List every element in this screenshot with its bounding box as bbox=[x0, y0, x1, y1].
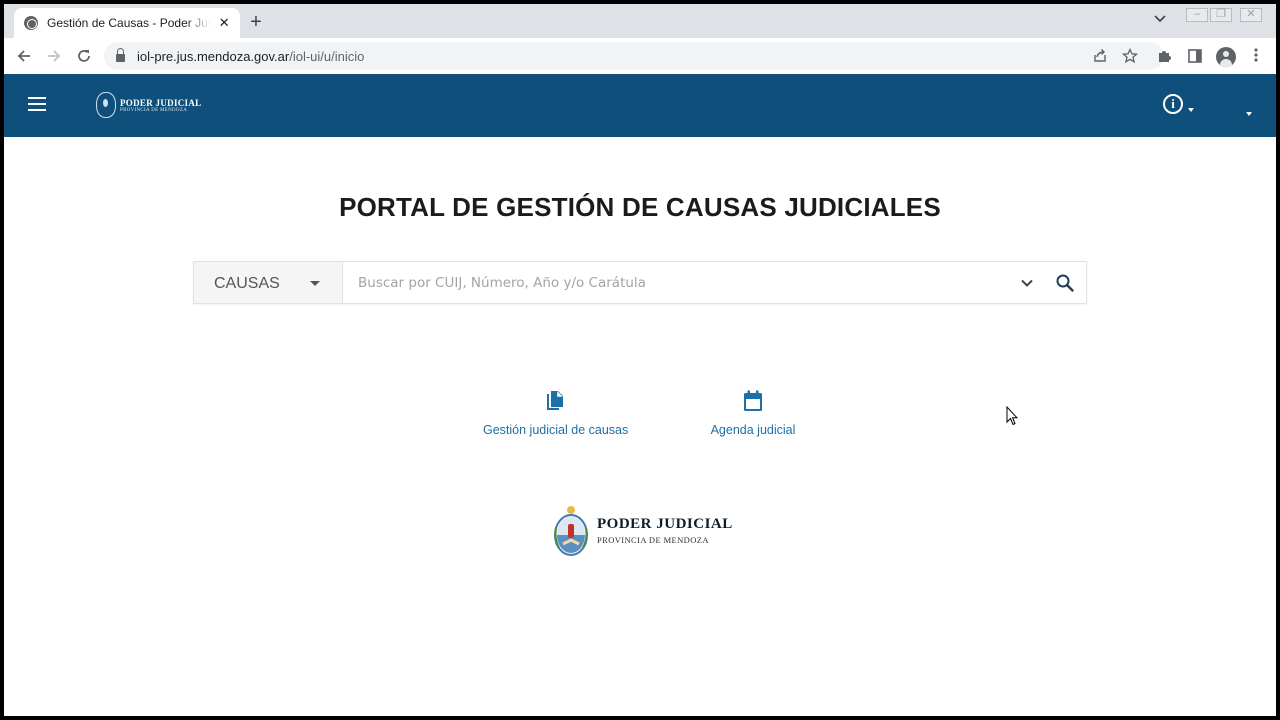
coat-of-arms-icon bbox=[554, 506, 588, 556]
search-category-select[interactable]: CAUSAS bbox=[194, 262, 343, 303]
page-title: PORTAL DE GESTIÓN DE CAUSAS JUDICIALES bbox=[339, 192, 941, 222]
header-logo[interactable]: PODER JUDICIAL PROVINCIA DE MENDOZA bbox=[96, 92, 201, 118]
back-arrow-icon[interactable] bbox=[12, 44, 36, 68]
shortcut-label: Agenda judicial bbox=[710, 423, 796, 437]
profile-avatar-icon[interactable] bbox=[1216, 47, 1236, 67]
shortcut-label: Gestión judicial de causas bbox=[483, 423, 629, 437]
header-brand-subtitle: PROVINCIA DE MENDOZA bbox=[120, 107, 188, 113]
browser-menu-icon[interactable] bbox=[1247, 48, 1265, 66]
tab-strip: Gestión de Causas - Poder Judicial ✕ + –… bbox=[4, 4, 1276, 38]
new-tab-button[interactable]: + bbox=[244, 10, 268, 34]
tab-search-icon[interactable] bbox=[1154, 12, 1166, 26]
reload-icon[interactable] bbox=[72, 44, 96, 68]
browser-toolbar: iol-pre.jus.mendoza.gov.ar/iol-ui/u/inic… bbox=[4, 38, 1276, 74]
search-bar: CAUSAS bbox=[193, 261, 1087, 304]
footer-logo: PODER JUDICIAL PROVINCIA DE MENDOZA bbox=[553, 504, 733, 556]
bookmark-star-icon[interactable] bbox=[1121, 47, 1139, 67]
search-icon[interactable] bbox=[1055, 273, 1075, 293]
shortcut-agenda-judicial[interactable]: Agenda judicial bbox=[703, 390, 803, 439]
url-text: iol-pre.jus.mendoza.gov.ar/iol-ui/u/inic… bbox=[137, 48, 365, 64]
restore-window-button[interactable]: ❐ bbox=[1210, 8, 1232, 22]
minimize-window-button[interactable]: – bbox=[1186, 8, 1208, 22]
tab-title: Gestión de Causas - Poder Judicial bbox=[47, 16, 210, 30]
globe-icon bbox=[24, 16, 38, 30]
share-icon[interactable] bbox=[1092, 48, 1108, 67]
side-panel-icon[interactable] bbox=[1186, 48, 1204, 66]
address-bar[interactable]: iol-pre.jus.mendoza.gov.ar/iol-ui/u/inic… bbox=[104, 42, 1164, 70]
info-dropdown-caret-icon[interactable] bbox=[1188, 108, 1194, 112]
close-window-button[interactable]: ✕ bbox=[1240, 8, 1262, 22]
lock-icon bbox=[116, 48, 125, 62]
search-input[interactable] bbox=[344, 262, 1004, 303]
extensions-puzzle-icon[interactable] bbox=[1156, 48, 1174, 66]
mouse-cursor-icon bbox=[1006, 406, 1018, 426]
header-brand-title: PODER JUDICIAL bbox=[120, 97, 202, 108]
browser-tab[interactable]: Gestión de Causas - Poder Judicial ✕ bbox=[14, 8, 240, 38]
chevron-down-icon[interactable] bbox=[1020, 276, 1034, 290]
user-menu-caret-icon[interactable] bbox=[1246, 112, 1252, 116]
shortcut-gestion-causas[interactable]: Gestión judicial de causas bbox=[483, 390, 629, 439]
footer-logo-subtitle: PROVINCIA DE MENDOZA bbox=[597, 534, 709, 545]
caret-down-icon bbox=[310, 281, 320, 286]
coat-of-arms-icon bbox=[96, 92, 116, 118]
tab-close-icon[interactable]: ✕ bbox=[216, 15, 232, 31]
forward-arrow-icon[interactable] bbox=[42, 44, 66, 68]
footer-logo-title: PODER JUDICIAL bbox=[597, 515, 733, 532]
calendar-icon bbox=[744, 390, 762, 411]
page: PODER JUDICIAL PROVINCIA DE MENDOZA i PO… bbox=[4, 74, 1276, 716]
file-copy-icon bbox=[547, 391, 563, 410]
info-icon[interactable]: i bbox=[1163, 94, 1183, 114]
app-header: PODER JUDICIAL PROVINCIA DE MENDOZA i bbox=[4, 74, 1276, 137]
search-category-value: CAUSAS bbox=[214, 275, 280, 292]
hamburger-menu-icon[interactable] bbox=[28, 97, 46, 111]
browser-chrome: Gestión de Causas - Poder Judicial ✕ + –… bbox=[4, 4, 1276, 74]
